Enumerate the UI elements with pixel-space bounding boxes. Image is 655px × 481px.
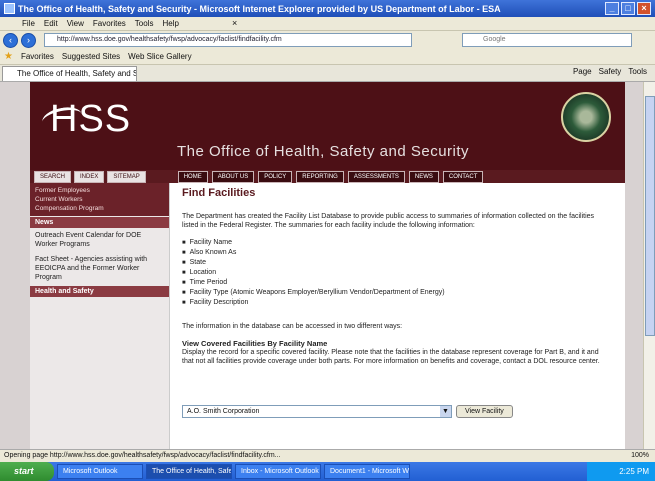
list-item: State [182, 258, 602, 268]
subheading: View Covered Facilities By Facility Name [182, 339, 328, 348]
access-note: The information in the database can be a… [182, 323, 403, 330]
command-bar: Page Safety Tools [573, 67, 647, 76]
taskbar-item[interactable]: Document1 - Microsoft Word [324, 464, 410, 479]
doe-seal-icon [561, 92, 611, 142]
favorite-suggested-sites[interactable]: Suggested Sites [62, 52, 120, 61]
taskbar: start Microsoft Outlook The Office of He… [0, 462, 655, 481]
zoom-level[interactable]: 100% [631, 450, 649, 462]
safety-menu[interactable]: Safety [599, 67, 622, 76]
nav-sitemap[interactable]: SITEMAP [107, 170, 146, 183]
maximize-button[interactable]: □ [621, 2, 635, 15]
vertical-scrollbar[interactable] [643, 82, 655, 449]
nav-policy[interactable]: POLICY [258, 170, 293, 183]
list-item: Facility Name [182, 238, 602, 248]
menu-file[interactable]: File [22, 19, 35, 28]
site-title: The Office of Health, Safety and Securit… [177, 143, 470, 160]
sidebar-item-current-workers[interactable]: Current Workers [35, 195, 164, 204]
sidebar-item-former-employees[interactable]: Former Employees [35, 186, 164, 195]
tab-bar: The Office of Health, Safety and Securit… [0, 65, 655, 82]
window-title: The Office of Health, Safety and Securit… [18, 3, 501, 14]
favorites-bar: ★ Favorites Suggested Sites Web Slice Ga… [0, 49, 655, 65]
tools-menu[interactable]: Tools [628, 67, 647, 76]
address-input[interactable]: http://www.hss.doe.gov/healthsafety/fwsp… [44, 33, 412, 47]
minimize-button[interactable]: _ [605, 2, 619, 15]
menu-view[interactable]: View [67, 19, 84, 28]
facility-select[interactable]: A.O. Smith Corporation ▼ [182, 405, 452, 418]
page-menu[interactable]: Page [573, 67, 592, 76]
nav-about[interactable]: ABOUT US [211, 170, 255, 183]
web-page: HSS The Office of Health, Safety and Sec… [30, 82, 625, 449]
taskbar-item[interactable]: Inbox - Microsoft Outlook [235, 464, 321, 479]
nav-home[interactable]: HOME [177, 170, 208, 183]
close-toolbar-icon[interactable]: × [232, 18, 237, 28]
menu-tools[interactable]: Tools [135, 19, 154, 28]
menu-help[interactable]: Help [162, 19, 178, 28]
status-bar: Opening page http://www.hss.doe.gov/heal… [0, 449, 655, 462]
close-button[interactable]: × [637, 2, 651, 15]
list-item: Facility Description [182, 298, 602, 308]
sidebar-news-item[interactable]: Fact Sheet - Agencies assisting with EEO… [30, 252, 169, 285]
address-toolbar: ‹ › http://www.hss.doe.gov/healthsafety/… [0, 31, 655, 49]
scrollbar-thumb[interactable] [645, 96, 655, 336]
window-titlebar: The Office of Health, Safety and Securit… [0, 0, 655, 17]
intro-text: The Department has created the Facility … [182, 213, 595, 229]
subheading-text: Display the record for a specific covere… [182, 349, 600, 365]
list-item: Time Period [182, 278, 602, 288]
tab-hss[interactable]: The Office of Health, Safety and Securit… [2, 66, 137, 81]
start-button[interactable]: start [0, 462, 54, 481]
nav-assessments[interactable]: ASSESSMENTS [347, 170, 405, 183]
system-tray-clock: 2:25 PM [587, 462, 655, 481]
sidebar-item-compensation[interactable]: Compensation Program [35, 204, 164, 213]
menu-bar: File Edit View Favorites Tools Help × [0, 17, 655, 31]
nav-search[interactable]: SEARCH [34, 170, 72, 183]
sidebar-news-item[interactable]: Outreach Event Calendar for DOE Worker P… [30, 228, 169, 252]
sidebar-top-links: Former Employees Current Workers Compens… [30, 183, 169, 216]
site-nav: SEARCH INDEX SITEMAP HOME ABOUT US POLIC… [30, 170, 625, 183]
taskbar-item[interactable]: Microsoft Outlook [57, 464, 143, 479]
status-text: Opening page http://www.hss.doe.gov/heal… [4, 452, 281, 459]
chevron-down-icon[interactable]: ▼ [440, 406, 451, 417]
list-item: Location [182, 268, 602, 278]
facility-picker: A.O. Smith Corporation ▼ View Facility [182, 405, 513, 418]
view-facility-button[interactable]: View Facility [456, 405, 513, 418]
taskbar-item-active[interactable]: The Office of Health, Safety... [146, 464, 232, 479]
info-list: Facility Name Also Known As State Locati… [182, 238, 602, 308]
sidebar: Former Employees Current Workers Compens… [30, 183, 170, 449]
search-input[interactable]: Google [462, 33, 632, 47]
ie-icon [4, 3, 15, 14]
forward-button[interactable]: › [21, 32, 36, 48]
back-button[interactable]: ‹ [3, 32, 18, 48]
page-heading: Find Facilities [182, 187, 256, 199]
sidebar-news-heading: News [30, 217, 169, 228]
menu-edit[interactable]: Edit [44, 19, 58, 28]
nav-contact[interactable]: CONTACT [442, 170, 484, 183]
site-banner: HSS The Office of Health, Safety and Sec… [30, 82, 625, 170]
favorites-button[interactable]: Favorites [21, 52, 54, 61]
menu-favorites[interactable]: Favorites [93, 19, 126, 28]
favorite-web-slice[interactable]: Web Slice Gallery [128, 52, 191, 61]
list-item: Facility Type (Atomic Weapons Employer/B… [182, 288, 602, 298]
nav-news[interactable]: NEWS [408, 170, 439, 183]
nav-reporting[interactable]: REPORTING [296, 170, 344, 183]
favorites-star-icon: ★ [4, 51, 13, 62]
browser-viewport: HSS The Office of Health, Safety and Sec… [0, 82, 655, 449]
sidebar-health-heading[interactable]: Health and Safety [30, 286, 169, 297]
site-logo[interactable]: HSS [50, 98, 131, 141]
facility-select-value: A.O. Smith Corporation [187, 408, 260, 415]
window-controls: _ □ × [605, 2, 651, 15]
nav-index[interactable]: INDEX [74, 170, 105, 183]
main-content: Find Facilities The Department has creat… [182, 187, 602, 374]
list-item: Also Known As [182, 248, 602, 258]
